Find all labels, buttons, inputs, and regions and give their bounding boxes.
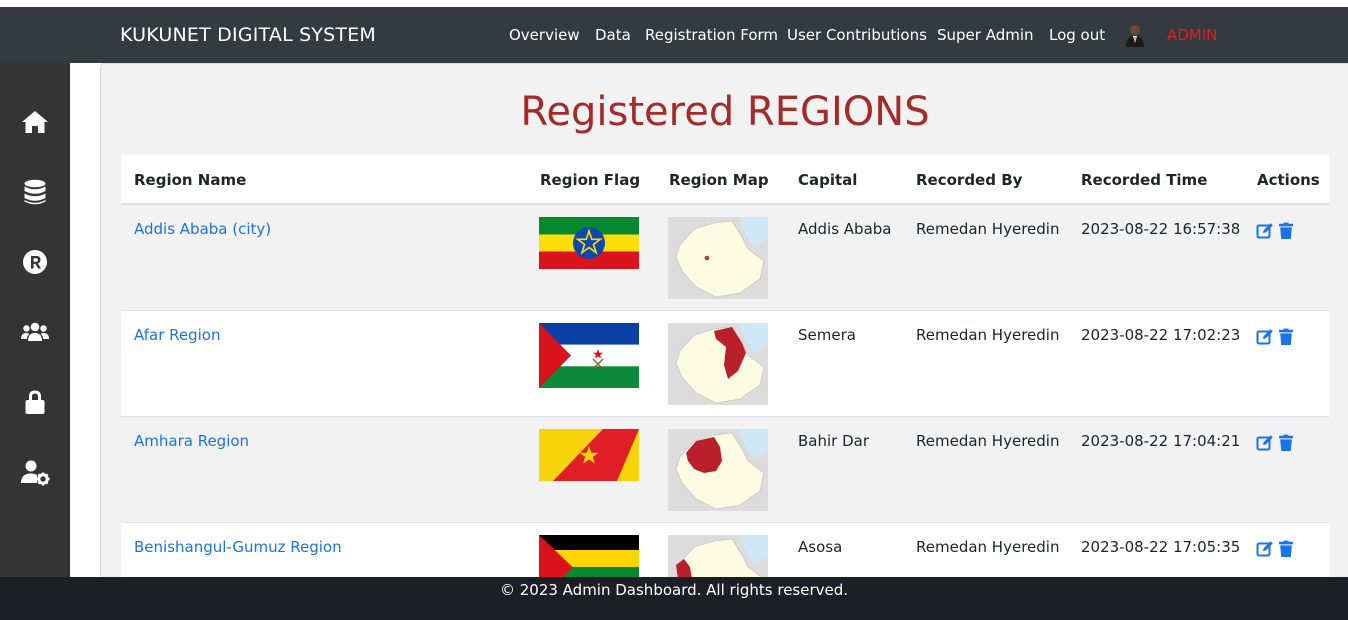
trash-icon[interactable] [1277, 434, 1295, 452]
trash-icon[interactable] [1277, 222, 1295, 240]
recorded-time-cell: 2023-08-22 16:57:38 [1081, 220, 1241, 238]
header-region-name: Region Name [134, 171, 247, 189]
recorded-time-cell: 2023-08-22 17:02:23 [1081, 326, 1241, 344]
recorded-by-cell: Remedan Hyeredin [916, 220, 1060, 238]
capital-cell: Asosa [798, 538, 843, 556]
recorded-by-cell: Remedan Hyeredin [916, 326, 1060, 344]
header-recorded-time: Recorded Time [1081, 171, 1208, 189]
main-content: Registered REGIONS Region Name Region Fl… [70, 63, 1348, 577]
page-title: Registered REGIONS [520, 89, 930, 135]
table-header: Region Name Region Flag Region Map Capit… [121, 155, 1329, 205]
nav-user-contributions[interactable]: User Contributions [787, 26, 927, 44]
edit-icon[interactable] [1256, 434, 1274, 452]
nav-overview[interactable]: Overview [509, 26, 580, 44]
users-icon[interactable] [20, 317, 50, 347]
header-region-flag: Region Flag [540, 171, 641, 189]
home-icon[interactable] [20, 107, 50, 137]
header-recorded-by: Recorded By [916, 171, 1023, 189]
region-flag-image [539, 323, 639, 388]
capital-cell: Addis Ababa [798, 220, 892, 238]
brand-title[interactable]: KUKUNET DIGITAL SYSTEM [120, 24, 376, 46]
region-map-image [668, 217, 768, 299]
region-map-image [668, 535, 768, 577]
recorded-by-cell: Remedan Hyeredin [916, 538, 1060, 556]
top-border [0, 0, 1348, 7]
lock-icon[interactable] [20, 387, 50, 417]
user-role-label[interactable]: ADMIN [1167, 26, 1217, 44]
trash-icon[interactable] [1277, 540, 1295, 558]
header-actions: Actions [1257, 171, 1320, 189]
nav-data[interactable]: Data [595, 26, 631, 44]
registered-icon[interactable] [20, 247, 50, 277]
region-name-link[interactable]: Addis Ababa (city) [134, 220, 271, 238]
table-row: Afar Region Semera Remedan Hyeredin 2023… [121, 311, 1329, 417]
recorded-by-cell: Remedan Hyeredin [916, 432, 1060, 450]
nav-registration-form[interactable]: Registration Form [645, 26, 778, 44]
table-row: Benishangul-Gumuz Region Asosa Remedan H… [121, 523, 1329, 577]
header-region-map: Region Map [669, 171, 769, 189]
sidebar [0, 63, 70, 577]
edit-icon[interactable] [1256, 222, 1274, 240]
nav-super-admin[interactable]: Super Admin [937, 26, 1034, 44]
edit-icon[interactable] [1256, 328, 1274, 346]
top-navbar: KUKUNET DIGITAL SYSTEM Overview Data Reg… [0, 7, 1348, 63]
user-settings-icon[interactable] [20, 457, 50, 487]
capital-cell: Bahir Dar [798, 432, 870, 450]
footer: © 2023 Admin Dashboard. All rights reser… [0, 577, 1348, 620]
region-name-link[interactable]: Benishangul-Gumuz Region [134, 538, 342, 556]
region-map-image [668, 323, 768, 405]
edit-icon[interactable] [1256, 540, 1274, 558]
region-flag-image [539, 429, 639, 481]
region-name-link[interactable]: Afar Region [134, 326, 220, 344]
capital-cell: Semera [798, 326, 856, 344]
nav-log-out[interactable]: Log out [1049, 26, 1105, 44]
header-capital: Capital [798, 171, 858, 189]
avatar[interactable] [1124, 23, 1146, 47]
regions-panel: Registered REGIONS Region Name Region Fl… [100, 63, 1348, 577]
region-name-link[interactable]: Amhara Region [134, 432, 249, 450]
footer-copyright: © 2023 Admin Dashboard. All rights reser… [499, 581, 849, 599]
region-flag-image [539, 217, 639, 269]
region-map-image [668, 429, 768, 511]
database-icon[interactable] [20, 177, 50, 207]
recorded-time-cell: 2023-08-22 17:04:21 [1081, 432, 1241, 450]
table-row: Addis Ababa (city) Addis Ababa Remedan H… [121, 205, 1329, 311]
recorded-time-cell: 2023-08-22 17:05:35 [1081, 538, 1241, 556]
table-row: Amhara Region Bahir Dar Remedan Hyeredin… [121, 417, 1329, 523]
region-flag-image [539, 535, 639, 577]
trash-icon[interactable] [1277, 328, 1295, 346]
